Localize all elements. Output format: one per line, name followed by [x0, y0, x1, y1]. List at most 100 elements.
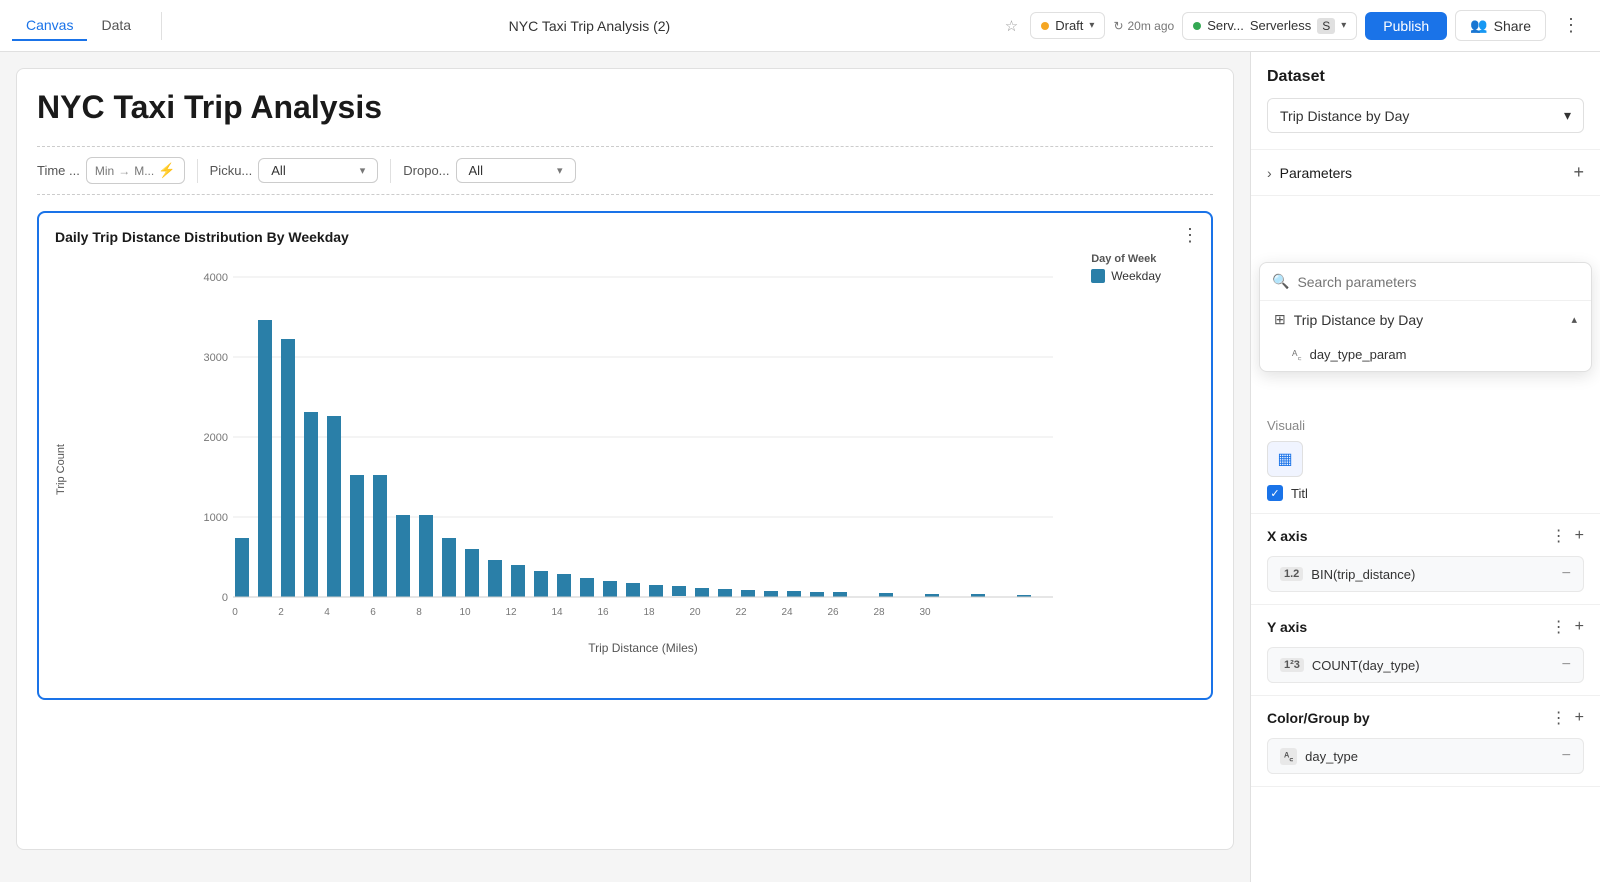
filter-divider-1 — [197, 159, 198, 183]
x-axis-item: 1.2 BIN(trip_distance) − — [1267, 556, 1584, 592]
params-header[interactable]: › Parameters + — [1251, 150, 1600, 196]
color-group-actions: ⋮ + — [1551, 708, 1584, 728]
text-type-icon: ᴬ꜀ — [1292, 346, 1302, 363]
filter-pickup-select[interactable]: All ▾ — [258, 158, 378, 183]
svg-text:14: 14 — [551, 607, 563, 618]
serverless-button[interactable]: Serv... Serverless S ▾ — [1182, 12, 1357, 40]
y-axis-remove-button[interactable]: − — [1562, 656, 1571, 674]
star-icon[interactable]: ☆ — [1005, 17, 1018, 35]
topbar-actions: Draft ▾ ↻ 20m ago Serv... Serverless S ▾… — [1030, 10, 1588, 41]
svg-text:16: 16 — [597, 607, 609, 618]
legend-item: Weekday — [1091, 269, 1161, 283]
svg-text:8: 8 — [416, 607, 422, 618]
tab-canvas[interactable]: Canvas — [12, 11, 87, 41]
chart-type-button[interactable]: ▦ — [1267, 441, 1303, 477]
more-options-button[interactable]: ⋮ — [1554, 11, 1588, 40]
right-panel: Dataset Trip Distance by Day ▾ › Paramet… — [1250, 52, 1600, 882]
dropdown-sub-item[interactable]: ᴬ꜀ day_type_param — [1260, 338, 1591, 371]
filter-dropoff-label: Dropo... — [403, 163, 449, 178]
dropdown-sub-item-label: day_type_param — [1310, 347, 1407, 362]
params-add-button[interactable]: + — [1573, 162, 1584, 183]
chart-legend: Day of Week Weekday — [1091, 253, 1161, 283]
search-dropdown: 🔍 ⊞ Trip Distance by Day ▴ ᴬ꜀ day_type_p… — [1259, 262, 1592, 372]
chart-container: Daily Trip Distance Distribution By Week… — [37, 211, 1213, 700]
chart-more-button[interactable]: ⋮ — [1181, 225, 1199, 246]
title-row: ✓ Titl — [1267, 485, 1584, 501]
color-group-more-button[interactable]: ⋮ — [1551, 708, 1567, 728]
canvas-content: NYC Taxi Trip Analysis Time ... Min → M.… — [16, 68, 1234, 850]
doc-title: NYC Taxi Trip Analysis (2) — [186, 18, 993, 34]
vis-label: Visuali — [1267, 418, 1584, 433]
svg-text:30: 30 — [919, 607, 931, 618]
chart-svg: 0 1000 2000 3000 4000 — [71, 257, 1195, 677]
y-axis-more-button[interactable]: ⋮ — [1551, 617, 1567, 637]
filter-time-label: Time ... — [37, 163, 80, 178]
canvas-area: NYC Taxi Trip Analysis Time ... Min → M.… — [0, 52, 1250, 882]
title-field-label: Titl — [1291, 486, 1308, 501]
share-button[interactable]: 👥 Share — [1455, 10, 1546, 41]
color-group-title: Color/Group by — [1267, 710, 1370, 726]
params-label: Parameters — [1280, 165, 1352, 181]
chevron-down-icon-4: ▾ — [557, 164, 563, 177]
legend-color-swatch — [1091, 269, 1105, 283]
share-icon: 👥 — [1470, 17, 1487, 34]
draft-label: Draft — [1055, 18, 1083, 33]
filter-dropoff: Dropo... All ▾ — [403, 158, 575, 183]
topbar-divider — [161, 12, 162, 40]
svg-text:2: 2 — [278, 607, 284, 618]
search-input[interactable] — [1297, 274, 1579, 290]
dropdown-trip-distance-item[interactable]: ⊞ Trip Distance by Day ▴ — [1260, 301, 1591, 338]
chevron-down-icon-5: ▾ — [1564, 107, 1571, 124]
search-input-wrap: 🔍 — [1260, 263, 1591, 301]
filter-pickup-label: Picku... — [210, 163, 253, 178]
svg-text:6: 6 — [370, 607, 376, 618]
x-axis-type: 1.2 — [1280, 567, 1303, 581]
svg-text:26: 26 — [827, 607, 839, 618]
color-group-header: Color/Group by ⋮ + — [1267, 708, 1584, 728]
color-group-add-button[interactable]: + — [1575, 709, 1584, 727]
filter-dropoff-select[interactable]: All ▾ — [456, 158, 576, 183]
draft-status-dot — [1041, 22, 1049, 30]
svg-text:24: 24 — [781, 607, 793, 618]
svg-text:2000: 2000 — [204, 432, 228, 444]
tab-data[interactable]: Data — [87, 11, 145, 41]
svg-text:4: 4 — [324, 607, 330, 618]
visualization-section: Visuali ▦ ✓ Titl — [1251, 406, 1600, 514]
x-axis-add-button[interactable]: + — [1575, 527, 1584, 545]
y-axis-section: Y axis ⋮ + 1²3 COUNT(day_type) − — [1251, 605, 1600, 696]
y-axis-title: Y axis — [1267, 619, 1307, 635]
svg-text:0: 0 — [232, 607, 238, 618]
filter-row: Time ... Min → M... ⚡ Picku... All ▾ — [37, 146, 1213, 195]
filter-time-range[interactable]: Min → M... ⚡ — [86, 157, 185, 184]
x-axis-remove-button[interactable]: − — [1562, 565, 1571, 583]
x-axis-more-button[interactable]: ⋮ — [1551, 526, 1567, 546]
range-max: M... — [134, 164, 154, 178]
dataset-select[interactable]: Trip Distance by Day ▾ — [1267, 98, 1584, 133]
filter-dropoff-value: All — [469, 163, 483, 178]
filter-pickup: Picku... All ▾ — [210, 158, 379, 183]
color-group-remove-button[interactable]: − — [1562, 747, 1571, 765]
bar-chart-icon: ▦ — [1277, 449, 1292, 469]
publish-button[interactable]: Publish — [1365, 12, 1447, 40]
dataset-section: Dataset Trip Distance by Day ▾ — [1251, 52, 1600, 150]
chevron-down-icon-3: ▾ — [360, 164, 366, 177]
y-axis-add-button[interactable]: + — [1575, 618, 1584, 636]
svg-text:20: 20 — [689, 607, 701, 618]
svg-text:3000: 3000 — [204, 352, 228, 364]
serverless-abbr: S — [1317, 18, 1335, 34]
dataset-value: Trip Distance by Day — [1280, 108, 1409, 124]
svg-text:0: 0 — [222, 592, 228, 604]
serverless-label: Serverless — [1250, 18, 1311, 33]
y-axis-header: Y axis ⋮ + — [1267, 617, 1584, 637]
main-layout: NYC Taxi Trip Analysis Time ... Min → M.… — [0, 52, 1600, 882]
server-label: Serv... — [1207, 18, 1244, 33]
svg-text:Trip Distance (Miles): Trip Distance (Miles) — [588, 641, 698, 655]
time-ago: ↻ 20m ago — [1113, 19, 1174, 33]
svg-text:1000: 1000 — [204, 512, 228, 524]
color-group-item: ᴬ꜀ day_type − — [1267, 738, 1584, 774]
chevron-up-icon: ▴ — [1571, 313, 1577, 326]
y-axis-actions: ⋮ + — [1551, 617, 1584, 637]
title-checkbox[interactable]: ✓ — [1267, 485, 1283, 501]
chevron-down-icon-2: ▾ — [1341, 20, 1346, 31]
draft-button[interactable]: Draft ▾ — [1030, 12, 1105, 39]
